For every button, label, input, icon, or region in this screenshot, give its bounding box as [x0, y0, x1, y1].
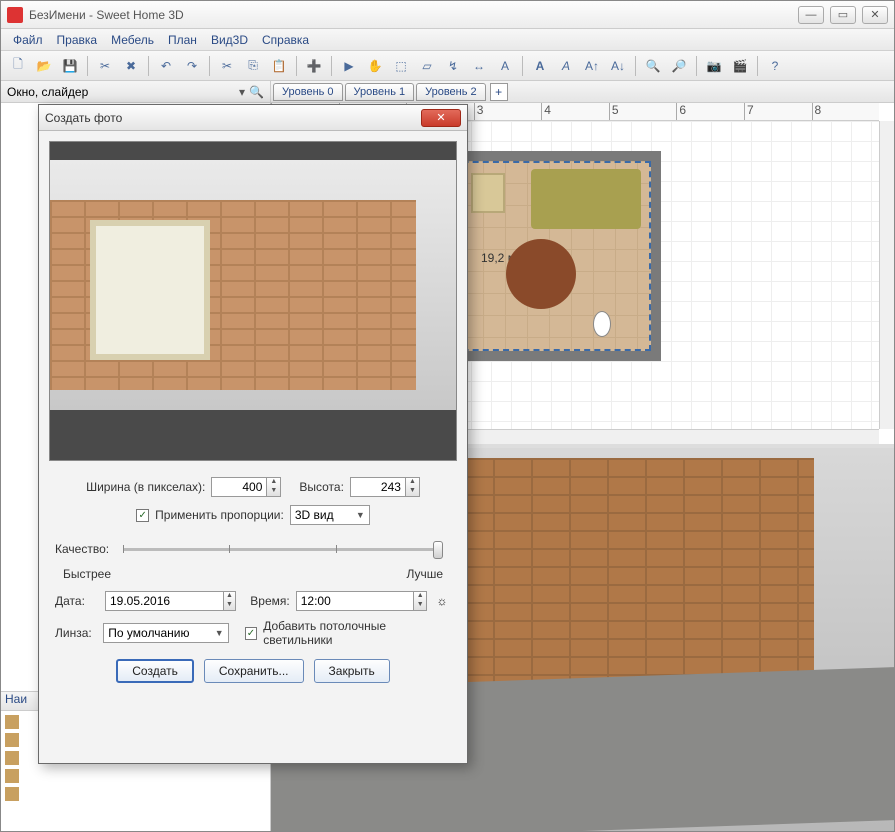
text-tool-icon[interactable]: A — [494, 55, 516, 77]
save-button[interactable]: Сохранить... — [204, 659, 304, 683]
dialog-titlebar: Создать фото ✕ — [39, 105, 467, 131]
list-item[interactable] — [5, 785, 266, 803]
time-input[interactable] — [296, 591, 415, 611]
menu-view3d[interactable]: Вид3D — [205, 31, 254, 49]
zoom-in-icon[interactable]: 🔍 — [642, 55, 664, 77]
photo-icon[interactable]: 📷 — [703, 55, 725, 77]
settings-icon[interactable]: ✖ — [120, 55, 142, 77]
select-tool-icon[interactable]: ▶ — [338, 55, 360, 77]
app-logo-icon — [7, 7, 23, 23]
date-label: Дата: — [55, 594, 99, 608]
menu-edit[interactable]: Правка — [51, 31, 104, 49]
add-furniture-icon[interactable]: ➕ — [303, 55, 325, 77]
redo-icon[interactable]: ↷ — [181, 55, 203, 77]
zoom-out-icon[interactable]: 🔎 — [668, 55, 690, 77]
paste-icon[interactable]: 📋 — [268, 55, 290, 77]
time-label: Время: — [250, 594, 289, 608]
height-label: Высота: — [299, 480, 344, 494]
window-title: БезИмени - Sweet Home 3D — [29, 8, 798, 22]
tab-level-0[interactable]: Уровень 0 — [273, 83, 343, 101]
furniture-shelf[interactable] — [471, 173, 505, 213]
polyline-tool-icon[interactable]: ↯ — [442, 55, 464, 77]
height-spinner[interactable]: ▲▼ — [406, 477, 420, 497]
plan-scrollbar-v[interactable] — [879, 121, 894, 429]
furniture-sofa[interactable] — [531, 169, 641, 229]
preferences-icon[interactable]: ✂ — [94, 55, 116, 77]
lens-combo[interactable]: По умолчанию▼ — [103, 623, 228, 643]
tab-level-2[interactable]: Уровень 2 — [416, 83, 486, 101]
minimize-button[interactable]: — — [798, 6, 824, 24]
close-button[interactable]: ✕ — [862, 6, 888, 24]
dimension-tool-icon[interactable]: ↔ — [468, 55, 490, 77]
height-input[interactable] — [350, 477, 406, 497]
dialog-title: Создать фото — [45, 111, 421, 125]
apply-ratio-checkbox[interactable]: ✓ — [136, 509, 149, 522]
save-icon[interactable]: 💾 — [59, 55, 81, 77]
width-input[interactable] — [211, 477, 267, 497]
quality-label: Качество: — [55, 542, 109, 556]
ceiling-lights-checkbox[interactable]: ✓ — [245, 627, 258, 640]
date-input[interactable] — [105, 591, 224, 611]
video-icon[interactable]: 🎬 — [729, 55, 751, 77]
catalog-selected: Окно, слайдер — [7, 85, 88, 99]
cut-icon[interactable]: ✂ — [216, 55, 238, 77]
time-spinner[interactable]: ▲▼ — [414, 591, 427, 611]
create-button[interactable]: Создать — [116, 659, 194, 683]
furniture-icon — [5, 733, 19, 747]
catalog-search-icon[interactable]: 🔍 — [249, 85, 264, 99]
room-tool-icon[interactable]: ▱ — [416, 55, 438, 77]
create-photo-dialog: Создать фото ✕ Ширина (в пикселах): ▲▼ В… — [38, 104, 468, 764]
pan-tool-icon[interactable]: ✋ — [364, 55, 386, 77]
close-dialog-button[interactable]: Закрыть — [314, 659, 390, 683]
wall-tool-icon[interactable]: ⬚ — [390, 55, 412, 77]
menu-furniture[interactable]: Мебель — [105, 31, 160, 49]
open-icon[interactable]: 📂 — [33, 55, 55, 77]
apply-ratio-label: Применить пропорции: — [155, 508, 284, 522]
dialog-close-button[interactable]: ✕ — [421, 109, 461, 127]
maximize-button[interactable]: ▭ — [830, 6, 856, 24]
text-dec-icon[interactable]: A↓ — [607, 55, 629, 77]
catalog-dropdown-icon[interactable]: ▾ — [239, 85, 245, 99]
slider-thumb[interactable] — [433, 541, 443, 559]
quality-fast-label: Быстрее — [63, 567, 111, 581]
add-level-button[interactable]: + — [490, 83, 508, 101]
tab-level-1[interactable]: Уровень 1 — [345, 83, 415, 101]
toolbar: 🗋 📂 💾 ✂ ✖ ↶ ↷ ✂ ⎘ 📋 ➕ ▶ ✋ ⬚ ▱ ↯ ↔ A A A … — [1, 51, 894, 81]
menubar: Файл Правка Мебель План Вид3D Справка — [1, 29, 894, 51]
furniture-table[interactable] — [506, 239, 576, 309]
menu-plan[interactable]: План — [162, 31, 203, 49]
levels-bar: Уровень 0 Уровень 1 Уровень 2 + — [271, 81, 894, 103]
photo-preview — [49, 141, 457, 461]
text-italic-icon[interactable]: A — [555, 55, 577, 77]
text-inc-icon[interactable]: A↑ — [581, 55, 603, 77]
list-item[interactable] — [5, 767, 266, 785]
lens-label: Линза: — [55, 626, 97, 640]
text-bold-icon[interactable]: A — [529, 55, 551, 77]
furniture-icon — [5, 751, 19, 765]
menu-file[interactable]: Файл — [7, 31, 49, 49]
camera-icon[interactable] — [593, 311, 611, 337]
undo-icon[interactable]: ↶ — [155, 55, 177, 77]
sun-icon[interactable]: ☼ — [433, 592, 451, 610]
catalog-header: Окно, слайдер ▾ 🔍 — [1, 81, 270, 103]
width-spinner[interactable]: ▲▼ — [267, 477, 281, 497]
new-icon[interactable]: 🗋 — [7, 55, 29, 77]
titlebar: БезИмени - Sweet Home 3D — ▭ ✕ — [1, 1, 894, 29]
furniture-icon — [5, 715, 19, 729]
copy-icon[interactable]: ⎘ — [242, 55, 264, 77]
help-icon[interactable]: ? — [764, 55, 786, 77]
furniture-icon — [5, 769, 19, 783]
date-spinner[interactable]: ▲▼ — [224, 591, 237, 611]
ratio-combo[interactable]: 3D вид▼ — [290, 505, 370, 525]
quality-slider[interactable] — [123, 539, 443, 559]
ceiling-lights-label: Добавить потолочные светильники — [263, 619, 451, 647]
width-label: Ширина (в пикселах): — [86, 480, 205, 494]
quality-best-label: Лучше — [406, 567, 443, 581]
furniture-icon — [5, 787, 19, 801]
menu-help[interactable]: Справка — [256, 31, 315, 49]
